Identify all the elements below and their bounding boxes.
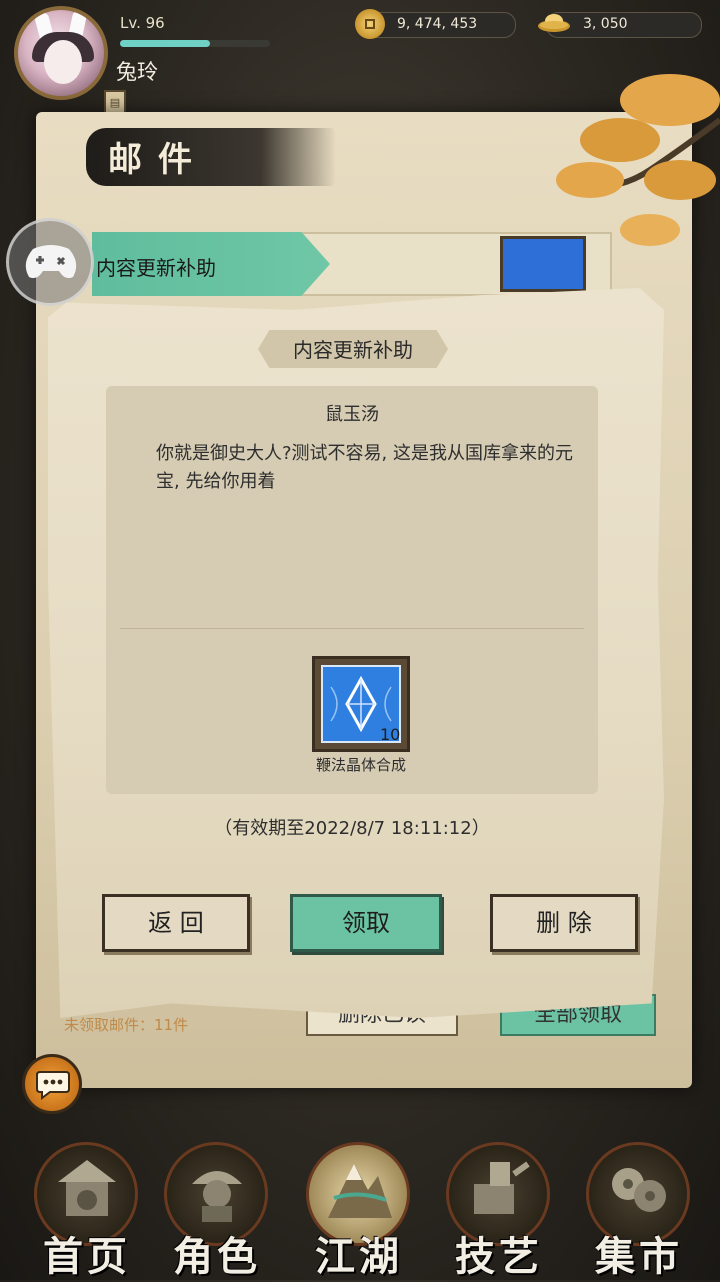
- mail-sender: 鼠玉汤: [325, 404, 379, 425]
- coin-icon: [355, 9, 385, 39]
- player-avatar[interactable]: [14, 6, 108, 100]
- coin-value: 9, 474, 453: [397, 16, 478, 32]
- delete-button[interactable]: 删 除: [490, 894, 638, 952]
- gamepad-float-button[interactable]: [6, 218, 94, 306]
- nav-character[interactable]: 角色: [158, 1140, 276, 1280]
- gold-ingot-icon: [538, 14, 570, 32]
- ingot-counter[interactable]: 3, 050: [538, 12, 702, 38]
- nav-jianghu[interactable]: 江湖: [300, 1140, 418, 1280]
- page-title: 邮件: [108, 140, 208, 180]
- chat-bubble-icon: [36, 1071, 70, 1100]
- home-icon: [58, 1160, 116, 1216]
- player-name: 兔玲: [116, 60, 158, 84]
- claim-button[interactable]: 领取: [290, 894, 442, 952]
- mail-message: 你就是御史大人?测试不容易, 这是我从国库拿来的元宝, 先给你用着: [156, 443, 573, 492]
- mail-item-label: 内容更新补助: [96, 256, 216, 280]
- nav-home-label: 首页: [43, 1233, 131, 1280]
- mail-item-thumbnail: [500, 236, 586, 292]
- reward-item-name: 鞭法晶体合成: [315, 756, 406, 774]
- nav-market-label: 集市: [595, 1233, 683, 1280]
- nav-skill-label: 技艺: [455, 1233, 543, 1280]
- nav-home[interactable]: 首页: [28, 1140, 146, 1280]
- nav-skill[interactable]: 技艺: [440, 1140, 558, 1280]
- coin-counter[interactable]: 9, 474, 453: [355, 9, 516, 39]
- unclaimed-count: 未领取邮件：11件: [64, 1016, 189, 1034]
- market-icon: [612, 1168, 666, 1212]
- exp-bar-fill: [120, 40, 210, 47]
- nav-jianghu-label: 江湖: [315, 1233, 403, 1280]
- ingot-value: 3, 050: [583, 16, 628, 32]
- nav-character-label: 角色: [173, 1233, 261, 1280]
- avatar-face: [44, 40, 82, 84]
- ginkgo-tree-decoration: [556, 74, 720, 246]
- reward-item-quantity: 10: [380, 725, 401, 744]
- content-divider: [120, 628, 584, 629]
- skill-icon: [474, 1161, 530, 1214]
- back-button[interactable]: 返 回: [102, 894, 250, 952]
- dialog-title: 内容更新补助: [293, 338, 413, 362]
- jianghu-icon: [328, 1164, 392, 1218]
- mail-expiry: （有效期至2022/8/7 18:11:12）: [214, 818, 490, 839]
- player-level: Lv. 96: [120, 14, 165, 32]
- character-icon: [192, 1171, 242, 1222]
- chat-button[interactable]: [22, 1054, 82, 1114]
- nav-market[interactable]: 集市: [580, 1140, 698, 1280]
- gamepad-icon: [25, 245, 77, 279]
